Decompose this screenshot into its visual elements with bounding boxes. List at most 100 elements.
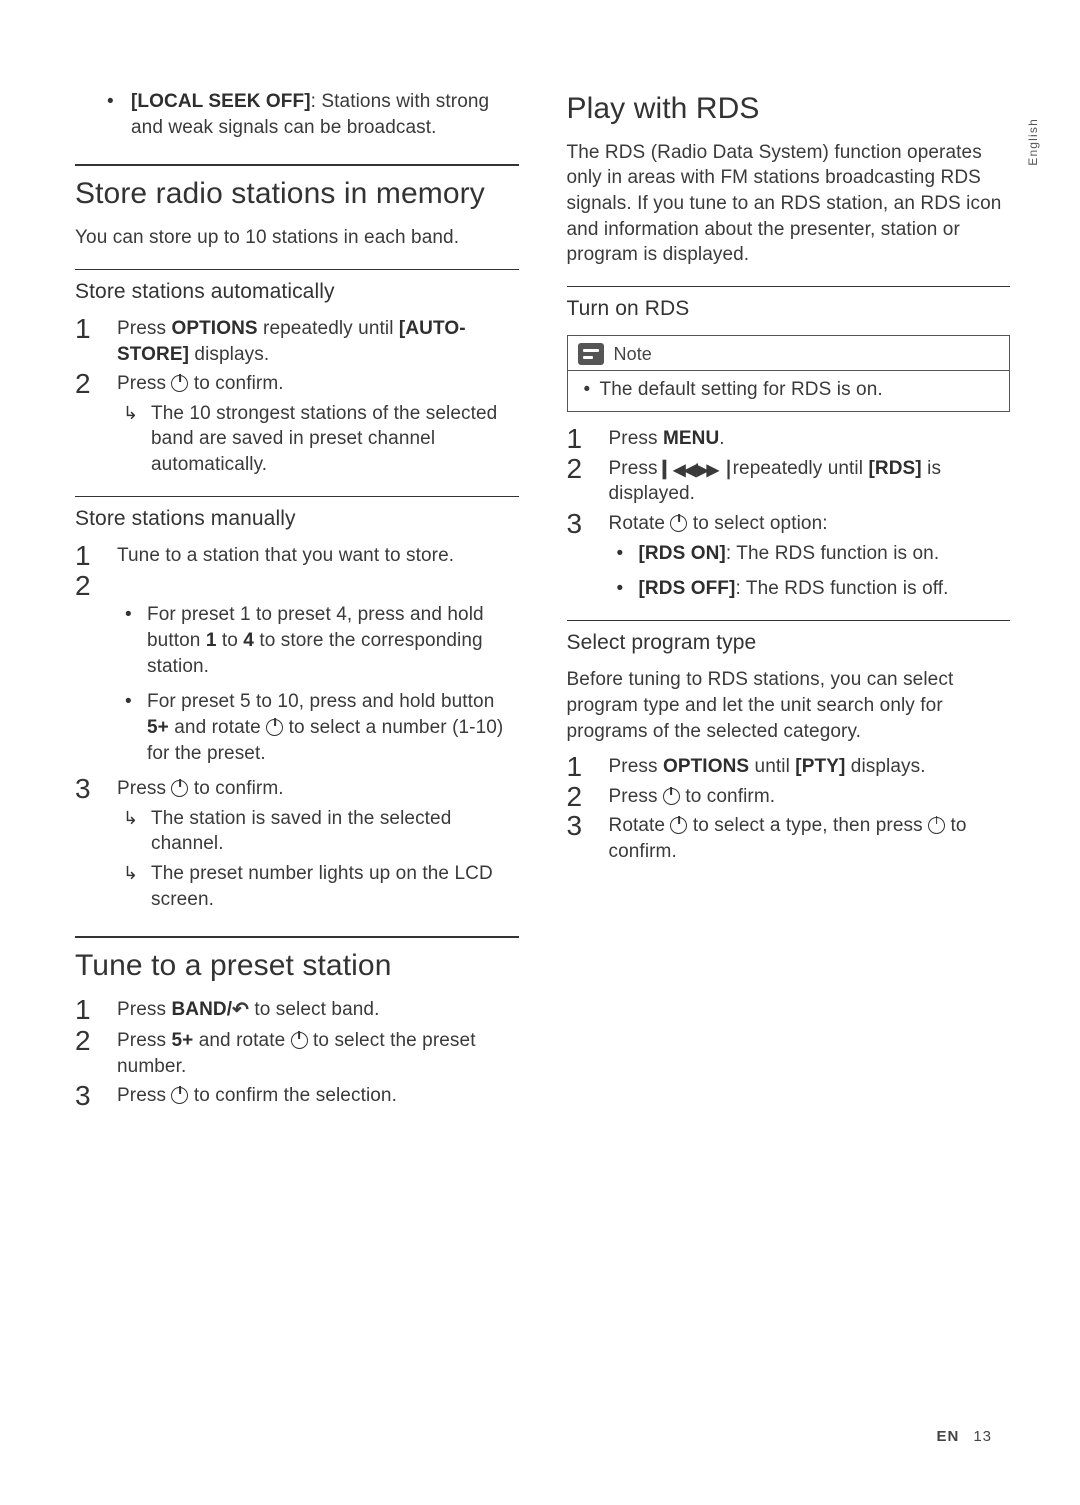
menu-label: MENU [663, 428, 719, 449]
note-body: The default setting for RDS is on. [568, 370, 1010, 411]
knob-icon [670, 515, 687, 532]
text: to select a type, then press [687, 815, 928, 836]
text: Rotate [609, 513, 671, 534]
tune-preset-heading: Tune to a preset station [75, 948, 519, 985]
footer-page-number: 13 [973, 1428, 992, 1445]
text: Press [117, 373, 171, 394]
pty-label: [PTY] [795, 756, 845, 777]
text: displays. [189, 344, 269, 365]
section-rule [75, 936, 519, 938]
store-manual-step-1: Tune to a station that you want to store… [75, 543, 519, 569]
turn-on-rds-heading: Turn on RDS [567, 295, 1011, 323]
text: Press [117, 999, 171, 1020]
footer-lang: EN [936, 1428, 959, 1445]
pty-step-2: Press to confirm. [567, 784, 1011, 810]
knob-icon [663, 788, 680, 805]
text: and rotate [169, 717, 266, 738]
auto-store-result: The 10 strongest stations of the selecte… [121, 401, 519, 478]
text: to confirm. [188, 778, 283, 799]
options-label: OPTIONS [171, 318, 257, 339]
store-auto-steps: Press OPTIONS repeatedly until [AUTO-STO… [75, 316, 519, 478]
manual-result-1: The station is saved in the selected cha… [121, 806, 519, 857]
store-auto-heading: Store stations automatically [75, 278, 519, 306]
text: Press [609, 786, 663, 807]
subsection-rule [75, 269, 519, 270]
text: to [216, 630, 243, 651]
store-manual-step-2: For preset 1 to preset 4, press and hold… [75, 573, 519, 766]
result-list: The station is saved in the selected cha… [117, 806, 519, 913]
num: 5+ [147, 717, 169, 738]
pty-step-1: Press OPTIONS until [PTY] displays. [567, 754, 1011, 780]
back-icon: ↶ [232, 997, 249, 1024]
play-rds-heading: Play with RDS [567, 91, 1011, 128]
note-icon [578, 343, 604, 365]
label: [RDS ON] [639, 543, 726, 564]
text: to confirm the selection. [188, 1085, 397, 1106]
tune-step-2: Press 5+ and rotate to select the preset… [75, 1028, 519, 1079]
note-header: Note [568, 336, 1010, 370]
text: repeatedly until [258, 318, 399, 339]
num: 1 [206, 630, 217, 651]
text: and rotate [193, 1030, 290, 1051]
text: displays. [845, 756, 925, 777]
rds-step-2: Press ▎◀◀/▶▶▕ repeatedly until [RDS] is … [567, 456, 1011, 507]
rds-on-option: [RDS ON]: The RDS function is on. [609, 541, 1011, 567]
band-label: BAND/ [171, 999, 232, 1020]
text: Press [117, 318, 171, 339]
store-manual-heading: Store stations manually [75, 505, 519, 533]
num: 4 [243, 630, 254, 651]
label: [RDS OFF] [639, 578, 736, 599]
pty-steps: Press OPTIONS until [PTY] displays. Pres… [567, 754, 1011, 865]
section-rule [75, 164, 519, 166]
text: Press [117, 1030, 171, 1051]
turn-on-rds-steps: Press MENU. Press ▎◀◀/▶▶▕ repeatedly unt… [567, 426, 1011, 602]
store-stations-desc: You can store up to 10 stations in each … [75, 225, 519, 251]
text: Press [117, 778, 171, 799]
pty-step-3: Rotate to select a type, then press to c… [567, 813, 1011, 864]
two-column-layout: [LOCAL SEEK OFF]: Stations with strong a… [75, 85, 1010, 1117]
text: : The RDS function is off. [735, 578, 948, 599]
tune-step-3: Press to confirm the selection. [75, 1083, 519, 1109]
text: Press [609, 428, 663, 449]
language-tab: English [1025, 118, 1041, 166]
seek-icon: ▎◀◀/▶▶▕ [663, 460, 727, 482]
text: For preset 5 to 10, press and hold butto… [147, 691, 494, 712]
text: until [749, 756, 795, 777]
select-program-type-heading: Select program type [567, 629, 1011, 657]
knob-icon [670, 817, 687, 834]
right-column: Play with RDS The RDS (Radio Data System… [567, 85, 1011, 1117]
play-rds-desc: The RDS (Radio Data System) function ope… [567, 140, 1011, 268]
subsection-rule [567, 620, 1011, 621]
rds-options: [RDS ON]: The RDS function is on. [RDS O… [609, 541, 1011, 602]
result-list: The 10 strongest stations of the selecte… [117, 401, 519, 478]
rds-off-option: [RDS OFF]: The RDS function is off. [609, 576, 1011, 602]
manual-result-2: The preset number lights up on the LCD s… [121, 861, 519, 912]
knob-icon [171, 780, 188, 797]
rds-label: [RDS] [868, 458, 921, 479]
tune-preset-steps: Press BAND/↶ to select band. Press 5+ an… [75, 997, 519, 1109]
knob-icon [266, 719, 283, 736]
knob-icon [171, 375, 188, 392]
note-box: Note The default setting for RDS is on. [567, 335, 1011, 412]
store-auto-step-2: Press to confirm. The 10 strongest stati… [75, 371, 519, 478]
text: to select option: [687, 513, 827, 534]
store-auto-step-1: Press OPTIONS repeatedly until [AUTO-STO… [75, 316, 519, 367]
select-program-type-desc: Before tuning to RDS stations, you can s… [567, 667, 1011, 744]
store-stations-heading: Store radio stations in memory [75, 176, 519, 213]
store-manual-steps: Tune to a station that you want to store… [75, 543, 519, 912]
text: Press [609, 756, 663, 777]
rds-step-3: Rotate to select option: [RDS ON]: The R… [567, 511, 1011, 602]
local-seek-bullet-list: [LOCAL SEEK OFF]: Stations with strong a… [75, 89, 519, 140]
page-footer: EN 13 [936, 1427, 992, 1447]
manual-page: English [LOCAL SEEK OFF]: Stations with … [0, 0, 1080, 1505]
note-title: Note [614, 342, 652, 366]
text: to confirm. [680, 786, 775, 807]
text: Rotate [609, 815, 671, 836]
left-column: [LOCAL SEEK OFF]: Stations with strong a… [75, 85, 519, 1117]
text: to select band. [249, 999, 379, 1020]
knob-icon [291, 1032, 308, 1049]
text: : The RDS function is on. [726, 543, 939, 564]
text: Press [117, 1085, 171, 1106]
local-seek-off-label: [LOCAL SEEK OFF] [131, 91, 311, 112]
subsection-rule [567, 286, 1011, 287]
